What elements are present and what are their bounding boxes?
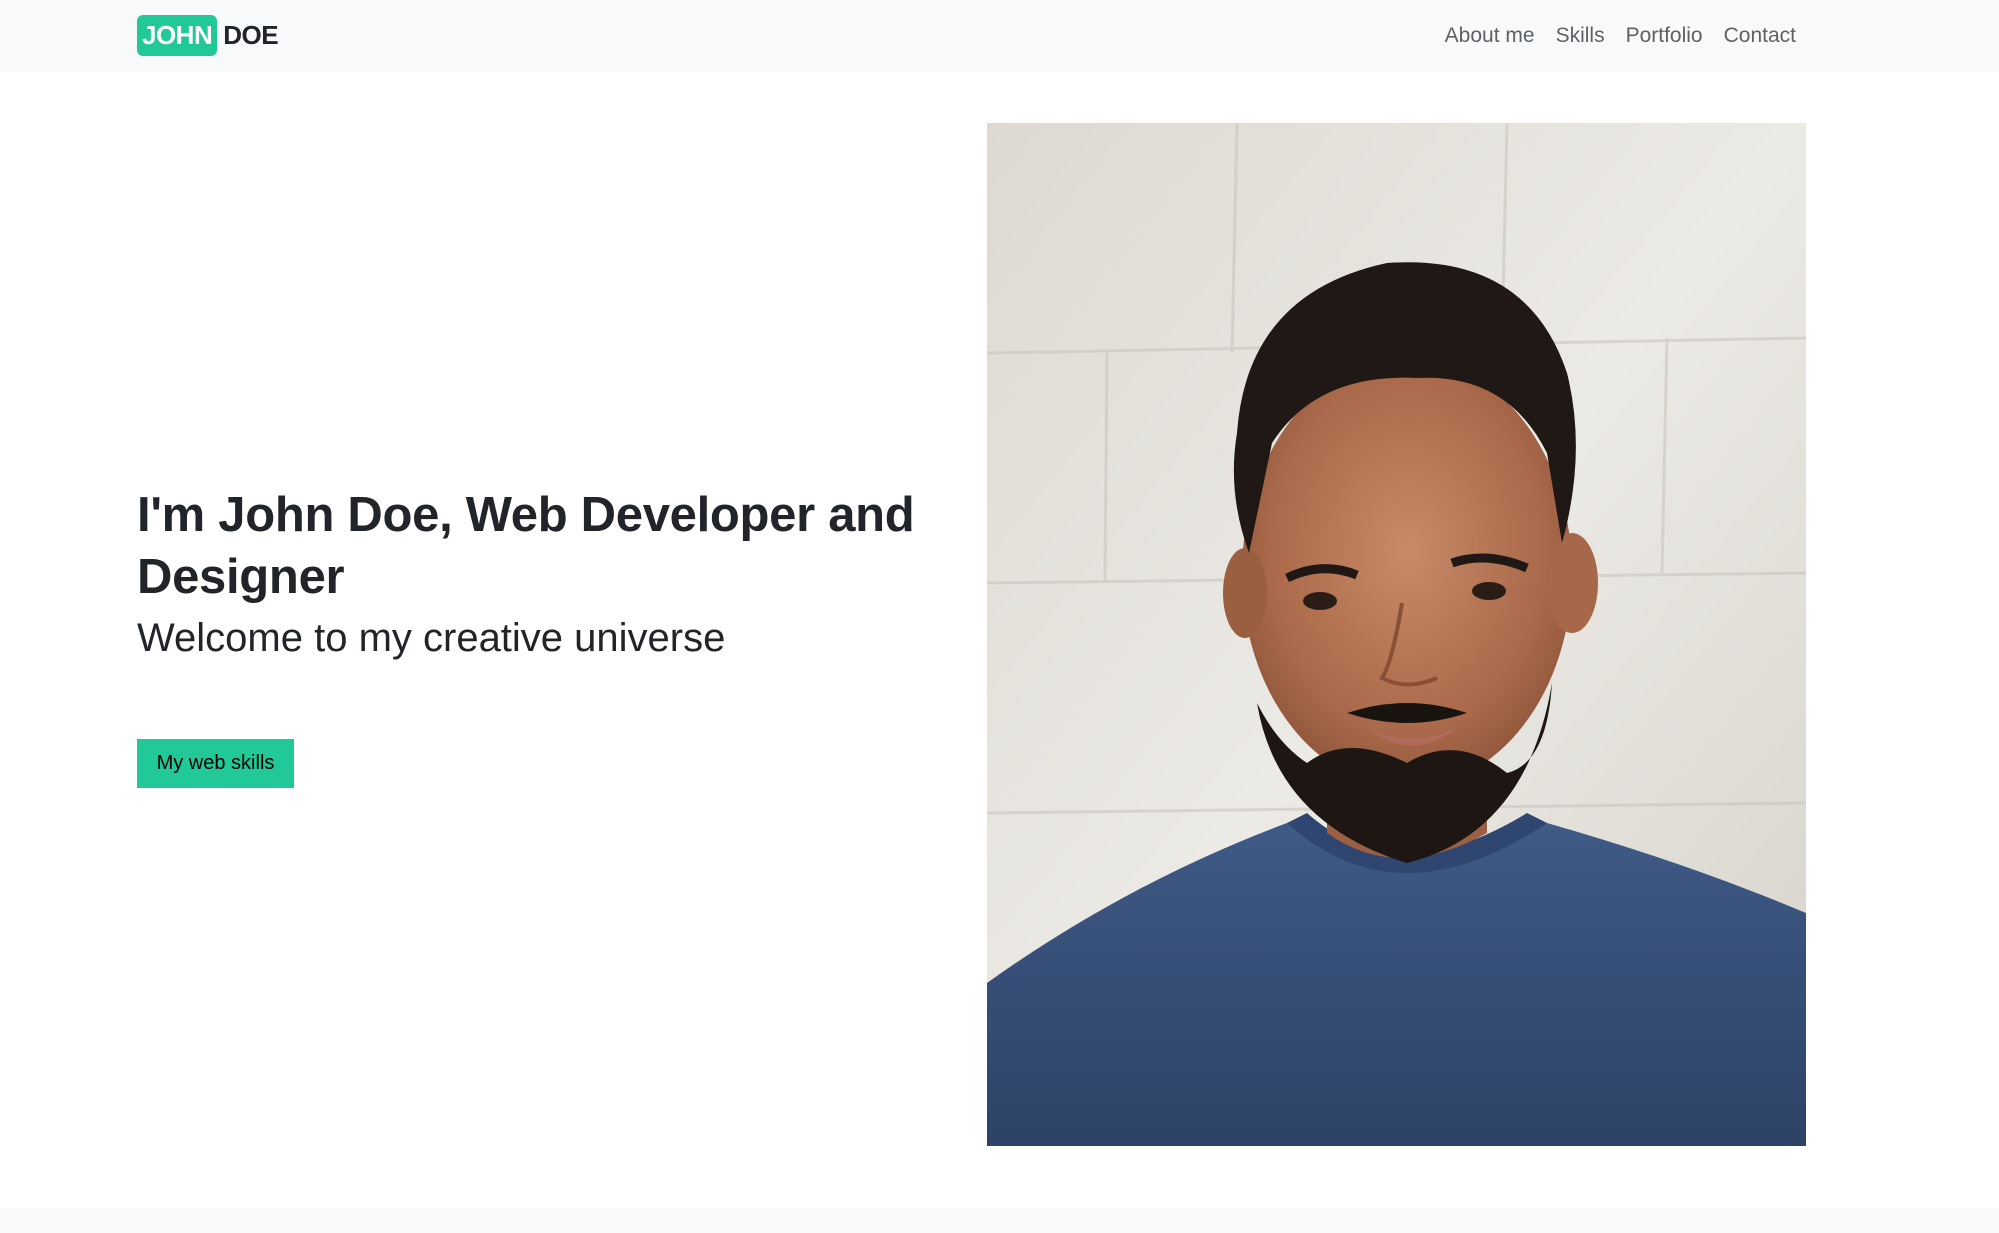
brand-first-name: JOHN	[137, 15, 218, 56]
hero-title: I'm John Doe, Web Developer and Designer	[137, 488, 915, 604]
top-navbar: JOHN DOE About me Skills Portfolio Conta…	[0, 0, 1999, 72]
nav-link-skills[interactable]: Skills	[1556, 24, 1605, 48]
portrait-photo	[987, 123, 1806, 1146]
nav-link-about[interactable]: About me	[1445, 24, 1535, 48]
brand-logo[interactable]: JOHN DOE	[137, 15, 279, 56]
brand-last-name: DOE	[223, 20, 279, 50]
nav-link-portfolio[interactable]: Portfolio	[1626, 24, 1703, 48]
footer-strip	[0, 1208, 1999, 1233]
hero-text: I'm John Doe, Web Developer and Designer…	[137, 484, 967, 664]
hero-subtitle: Welcome to my creative universe	[137, 616, 726, 660]
nav-link-contact[interactable]: Contact	[1724, 24, 1796, 48]
nav-links: About me Skills Portfolio Contact	[1445, 0, 1796, 72]
portrait-photo-icon	[987, 123, 1806, 1146]
my-web-skills-button[interactable]: My web skills	[137, 739, 294, 788]
